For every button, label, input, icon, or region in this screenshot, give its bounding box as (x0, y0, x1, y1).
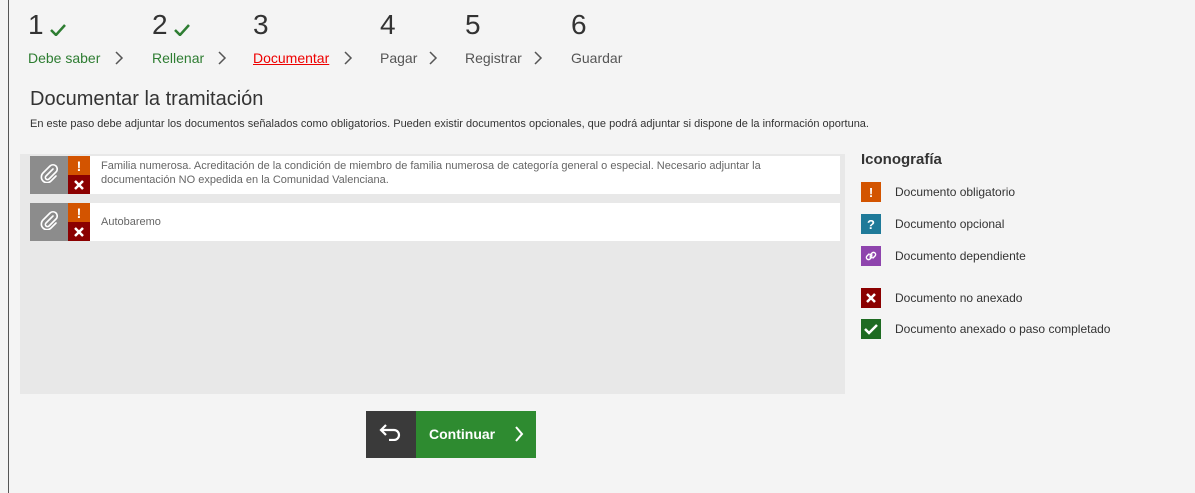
attach-button[interactable] (30, 156, 68, 194)
chevron-right-icon (428, 51, 438, 70)
legend-label: Documento no anexado (895, 291, 1023, 305)
paperclip-icon (40, 163, 59, 188)
document-description: Familia numerosa. Acreditación de la con… (101, 160, 761, 186)
continue-label: Continuar (429, 426, 496, 442)
step-label: Registrar (465, 50, 522, 66)
page-title: Documentar la tramitación (30, 88, 264, 110)
legend-title: Iconografía (861, 151, 942, 168)
document-row: ! Autobaremo (30, 203, 840, 241)
exclamation-icon: ! (68, 203, 90, 222)
check-icon (861, 319, 881, 339)
chevron-right-icon (217, 51, 227, 70)
link-icon (861, 246, 881, 266)
x-icon (68, 222, 90, 241)
document-status-icons: ! (68, 156, 90, 194)
step-number: 3 (253, 9, 269, 40)
step-number: 1 (28, 9, 44, 40)
x-icon (68, 175, 90, 194)
chevron-right-icon (343, 51, 353, 70)
exclamation-icon: ! (68, 156, 90, 175)
step-number: 2 (152, 9, 168, 40)
back-button[interactable] (366, 411, 416, 458)
step-label: Rellenar (152, 50, 205, 66)
left-border (8, 0, 9, 493)
chevron-right-icon (533, 51, 543, 70)
legend-label: Documento obligatorio (895, 185, 1016, 199)
documents-panel: ! Familia numerosa. Acreditación de la c… (20, 154, 845, 394)
undo-arrow-icon (379, 423, 403, 446)
document-row: ! Familia numerosa. Acreditación de la c… (30, 156, 840, 194)
chevron-right-icon (114, 51, 124, 70)
icon-legend: Iconografía ! Documento obligatorio ? Do… (861, 151, 1191, 339)
step-label: Guardar (571, 50, 623, 66)
legend-label: Documento opcional (895, 217, 1005, 231)
document-description: Autobaremo (101, 216, 161, 228)
check-icon (49, 10, 66, 44)
chevron-right-icon (514, 425, 524, 448)
page-description: En este paso debe adjuntar los documento… (30, 118, 869, 130)
legend-label: Documento anexado o paso completado (895, 322, 1111, 336)
x-icon (861, 288, 881, 308)
legend-label: Documento dependiente (895, 249, 1026, 263)
continue-button[interactable]: Continuar (416, 411, 536, 458)
step-number: 5 (465, 9, 481, 40)
attach-button[interactable] (30, 203, 68, 241)
main-content: 1 Debe saber 2 Rellenar 3 Documentar 4 P… (10, 8, 1195, 493)
step-number: 4 (380, 9, 396, 40)
exclamation-icon: ! (861, 182, 881, 202)
document-status-icons: ! (68, 203, 90, 241)
step-label: Debe saber (28, 50, 101, 66)
paperclip-icon (40, 210, 59, 235)
check-icon (173, 10, 190, 44)
step-number: 6 (571, 9, 587, 40)
step-label: Documentar (253, 50, 330, 66)
step-label: Pagar (380, 50, 418, 66)
question-icon: ? (861, 214, 881, 234)
